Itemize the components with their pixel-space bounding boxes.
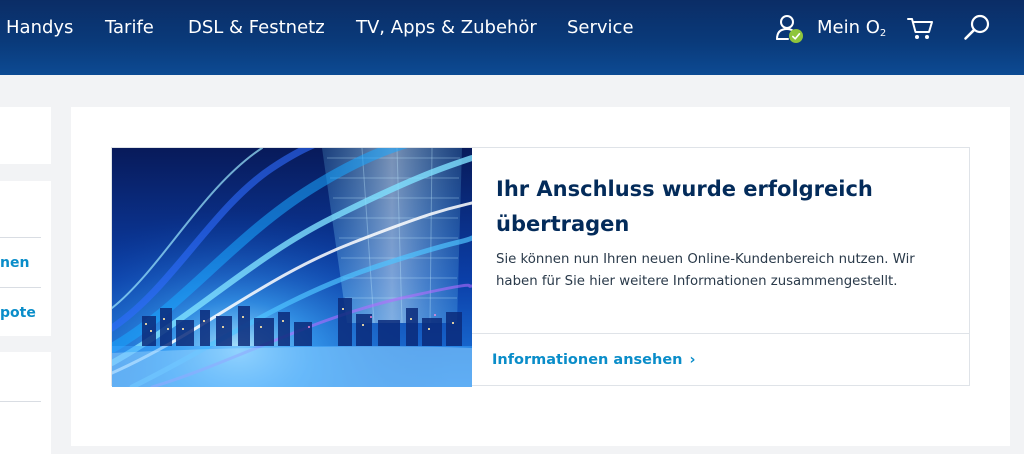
cart-icon[interactable] bbox=[906, 13, 936, 43]
sidebar-card bbox=[0, 107, 51, 164]
search-icon[interactable] bbox=[962, 13, 992, 43]
chevron-right-icon: › bbox=[689, 352, 696, 368]
teaser-body: Ihr Anschluss wurde erfolgreich übertrag… bbox=[472, 148, 970, 333]
nav-item-tarife[interactable]: Tarife bbox=[105, 15, 154, 41]
sidebar-card: nen pote bbox=[0, 181, 51, 336]
main-content-panel: Ihr Anschluss wurde erfolgreich übertrag… bbox=[71, 107, 1010, 446]
teaser-description: Sie können nun Ihren neuen Online-Kunden… bbox=[496, 252, 915, 289]
info-teaser-card: Ihr Anschluss wurde erfolgreich übertrag… bbox=[111, 147, 970, 387]
nav-item-service[interactable]: Service bbox=[567, 15, 634, 41]
teaser-image bbox=[112, 148, 472, 387]
sidebar-link[interactable]: pote bbox=[0, 303, 51, 323]
divider bbox=[0, 287, 41, 288]
account-label: Mein O2 bbox=[817, 17, 887, 39]
teaser-footer: Informationen ansehen › bbox=[472, 333, 970, 386]
logged-in-status-icon bbox=[789, 29, 803, 43]
teaser-title: Ihr Anschluss wurde erfolgreich übertrag… bbox=[496, 177, 873, 236]
sidebar-card bbox=[0, 352, 51, 454]
link-label: Informationen ansehen bbox=[492, 352, 683, 368]
divider bbox=[0, 401, 41, 402]
informationen-ansehen-link[interactable]: Informationen ansehen › bbox=[492, 349, 695, 371]
divider bbox=[0, 237, 41, 238]
nav-item-handys[interactable]: Handys bbox=[6, 15, 73, 41]
nav-item-dsl-festnetz[interactable]: DSL & Festnetz bbox=[188, 15, 325, 41]
top-navigation-bar: Handys Tarife DSL & Festnetz TV, Apps & … bbox=[0, 0, 1024, 75]
sidebar-link[interactable]: nen bbox=[0, 253, 51, 273]
nav-item-tv-apps-zubehoer[interactable]: TV, Apps & Zubehör bbox=[356, 15, 537, 41]
city-light-trails-image bbox=[112, 148, 472, 387]
user-icon bbox=[776, 15, 803, 43]
